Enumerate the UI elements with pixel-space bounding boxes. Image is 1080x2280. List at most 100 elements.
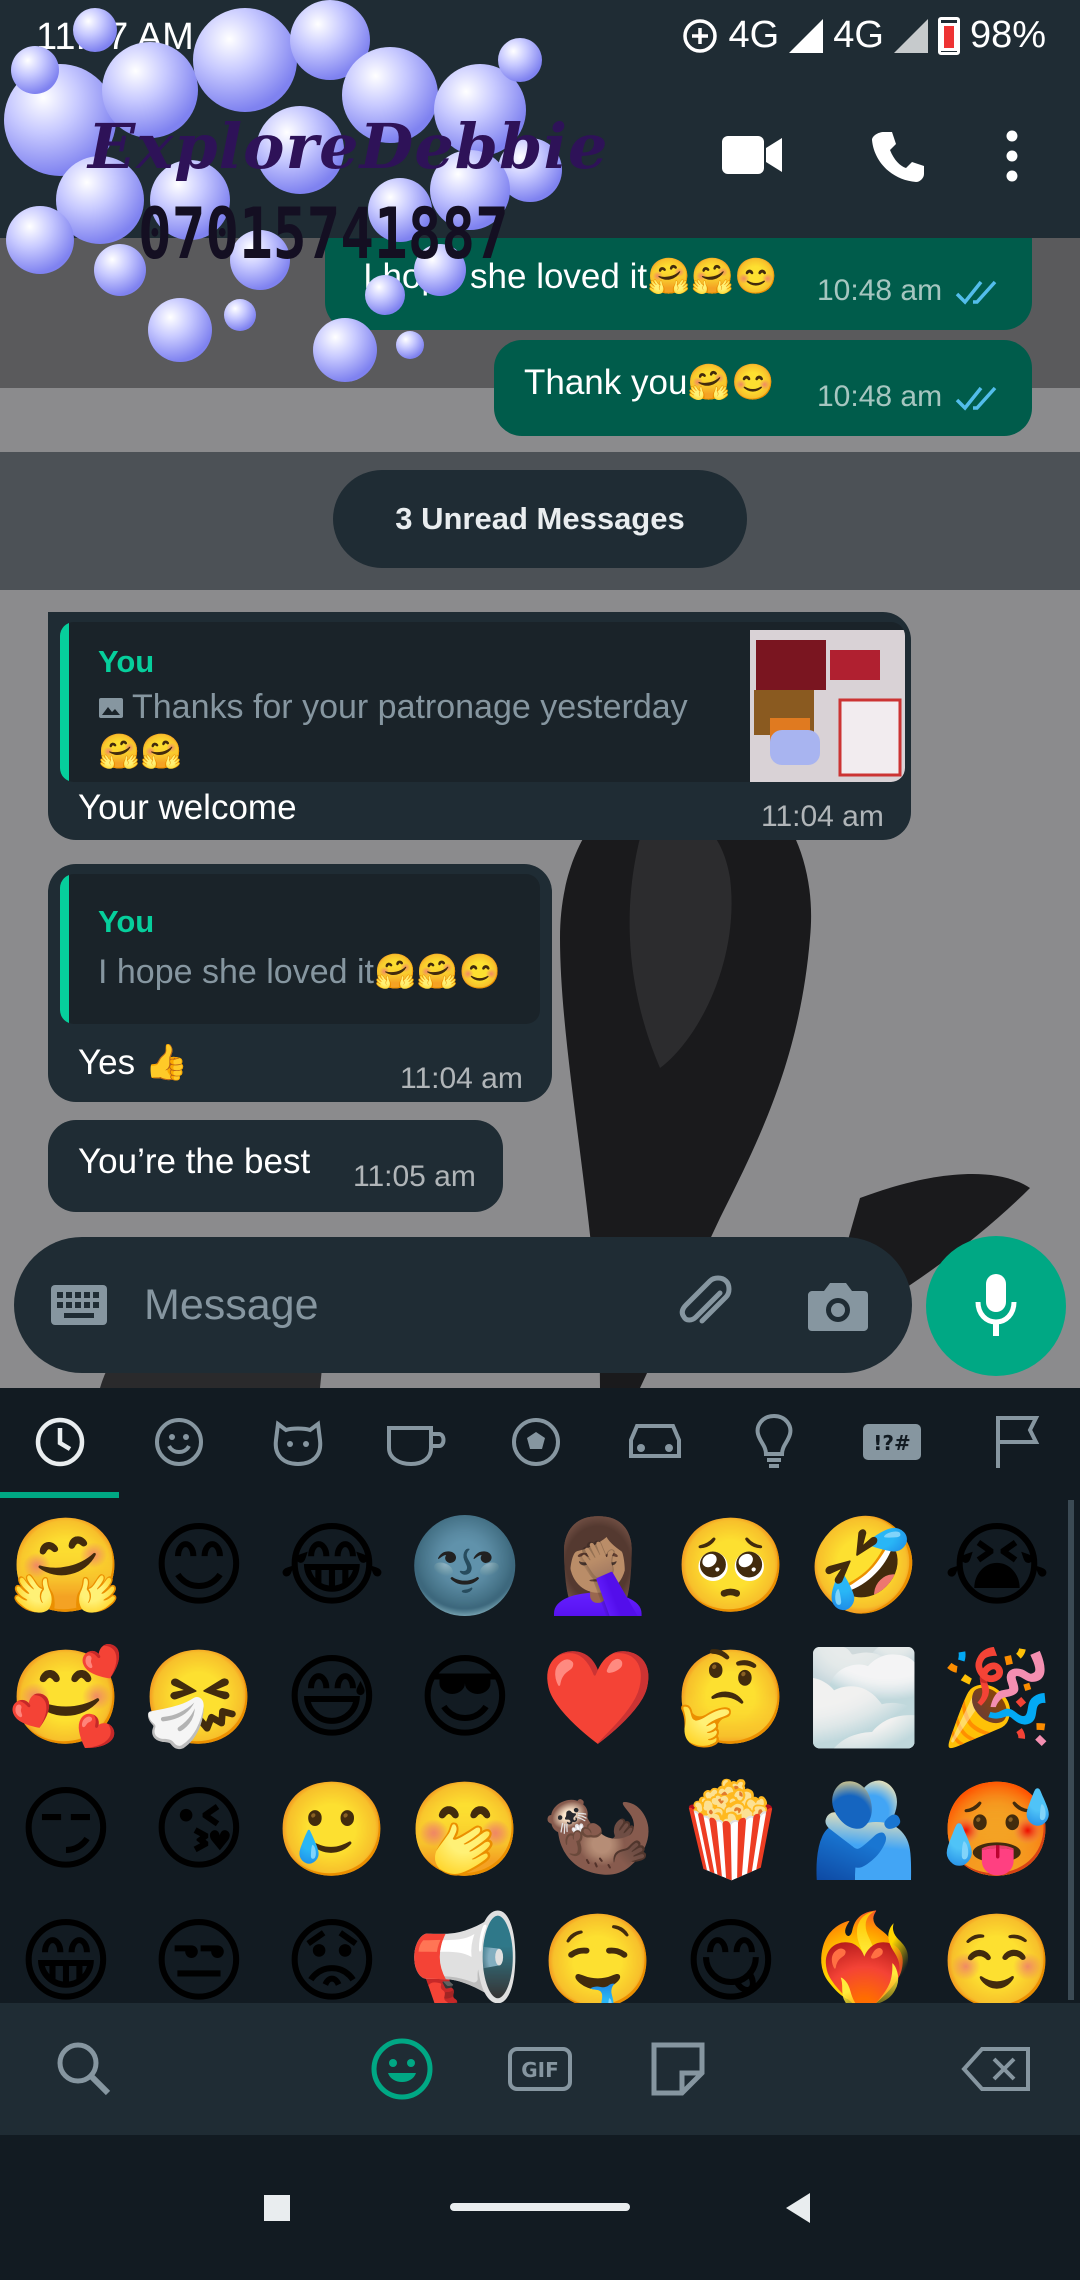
whatsapp-chat-screen: I hope she loved it🤗🤗😊 10:48 am Thank yo…: [0, 0, 1080, 2280]
attach-icon[interactable]: [676, 1275, 738, 1337]
tab-objects[interactable]: [714, 1388, 833, 1500]
backspace-icon[interactable]: [960, 2033, 1036, 2105]
battery-icon: [937, 16, 960, 55]
sticker-icon[interactable]: [642, 2033, 714, 2105]
quote-text-emoji: 🤗🤗: [98, 733, 183, 771]
emoji-key[interactable]: ❤️: [538, 1638, 658, 1758]
emoji-key[interactable]: 😅: [272, 1638, 392, 1758]
emoji-key[interactable]: 🦦: [538, 1770, 658, 1890]
quote-sender: You: [98, 644, 155, 679]
phone-icon: [872, 132, 924, 182]
emoji-keyboard: !?# 🤗 😊 😂 🌚 🤦🏽‍♀️ 🥺 🤣 😭 🥰 🤧 😅 😎 ❤️ 🤔 🌫️ 🎉 😏 😘 🥲 🤭 🦦 🍿 🫂 🥵 😁 😒 😟 📢 🤤 😋…: [0, 1388, 1080, 2003]
tab-travel[interactable]: [595, 1388, 714, 1500]
tab-animals[interactable]: [238, 1388, 357, 1500]
message-input[interactable]: Message: [144, 1281, 318, 1330]
emoji-key[interactable]: 🤣: [804, 1506, 924, 1626]
read-ticks-icon: [955, 386, 997, 411]
svg-text:GIF: GIF: [521, 2058, 559, 2082]
flags-icon: [996, 1416, 1040, 1468]
svg-text:!?#: !?#: [873, 1431, 910, 1455]
tab-activities[interactable]: [476, 1388, 595, 1500]
emoji-key[interactable]: 🌚: [405, 1506, 525, 1626]
incoming-message[interactable]: You Thanks for your patronage yesterday …: [48, 612, 911, 840]
tab-recent[interactable]: [0, 1388, 119, 1500]
emoji-key[interactable]: 😋: [671, 1902, 791, 2003]
emoji-key[interactable]: 🍿: [671, 1770, 791, 1890]
search-icon[interactable]: [48, 2033, 120, 2105]
message-composer[interactable]: Message: [14, 1237, 912, 1373]
home-button[interactable]: [450, 2203, 630, 2211]
back-button[interactable]: [784, 2191, 812, 2225]
emoji-key[interactable]: 😂: [272, 1506, 392, 1626]
emoji-key[interactable]: 🎉: [937, 1638, 1057, 1758]
emoji-bottom-bar: GIF: [0, 2003, 1080, 2135]
symbols-icon: !?#: [863, 1424, 921, 1460]
explore-debbie-logo: ExploreDebbie 07015741887: [0, 0, 608, 390]
incoming-message[interactable]: You’re the best 11:05 am: [48, 1120, 503, 1212]
emoji-key[interactable]: 🥺: [671, 1506, 791, 1626]
video-call-icon: [722, 136, 782, 174]
quoted-message[interactable]: You I hope she loved it🤗🤗😊: [60, 874, 540, 1024]
message-text: Yes 👍: [78, 1043, 189, 1082]
emoji-key[interactable]: 🤔: [671, 1638, 791, 1758]
emoji-key[interactable]: 🤤: [538, 1902, 658, 2003]
tab-flags[interactable]: [952, 1388, 1071, 1500]
status-icons: 4G 4G 98%: [681, 14, 1046, 57]
tab-smileys[interactable]: [119, 1388, 238, 1500]
emoji-key[interactable]: 🥵: [937, 1770, 1057, 1890]
emoji-key[interactable]: 😘: [139, 1770, 259, 1890]
emoji-key[interactable]: 🤧: [139, 1638, 259, 1758]
quote-accent-bar: [60, 622, 69, 782]
message-time: 11:04 am: [400, 1062, 523, 1095]
emoji-key[interactable]: 😭: [937, 1506, 1057, 1626]
quoted-message[interactable]: You Thanks for your patronage yesterday …: [60, 622, 905, 782]
objects-icon: [755, 1413, 793, 1468]
emoji-key[interactable]: 🤦🏽‍♀️: [538, 1506, 658, 1626]
voice-call-button[interactable]: [830, 120, 980, 190]
more-vertical-icon: [1006, 130, 1018, 182]
emoji-key[interactable]: 😏: [6, 1770, 126, 1890]
quote-text: I hope she loved it🤗🤗😊: [98, 953, 501, 991]
animal-icon: [273, 1420, 323, 1467]
travel-icon: [629, 1424, 681, 1458]
emoji-key[interactable]: 😊: [139, 1506, 259, 1626]
tab-food[interactable]: [357, 1388, 476, 1500]
emoji-scrollbar[interactable]: [1068, 1500, 1074, 2000]
emoji-tab-icon[interactable]: [366, 2033, 438, 2105]
recent-icon: [35, 1417, 85, 1467]
emoji-key[interactable]: 🥲: [272, 1770, 392, 1890]
logo-title: ExploreDebbie: [88, 110, 609, 183]
emoji-key[interactable]: ❤️‍🔥: [804, 1902, 924, 2003]
video-call-button[interactable]: [680, 120, 830, 190]
emoji-key[interactable]: 🤭: [405, 1770, 525, 1890]
tab-symbols[interactable]: !?#: [833, 1388, 952, 1500]
quote-text: Thanks for your patronage yesterday: [132, 688, 688, 726]
emoji-key[interactable]: 😁: [6, 1902, 126, 2003]
emoji-key[interactable]: 🥰: [6, 1638, 126, 1758]
emoji-key[interactable]: 📢: [405, 1902, 525, 2003]
gif-icon[interactable]: GIF: [504, 2033, 576, 2105]
voice-record-button[interactable]: [926, 1236, 1066, 1376]
emoji-key[interactable]: 🤗: [6, 1506, 126, 1626]
quote-thumbnail: [750, 630, 905, 782]
battery-level: 98%: [969, 14, 1046, 56]
message-time: 10:48 am: [817, 274, 943, 307]
outgoing-message[interactable]: Thank you🤗😊 10:48 am: [494, 340, 1032, 436]
emoji-key[interactable]: 😎: [405, 1638, 525, 1758]
incoming-message[interactable]: You I hope she loved it🤗🤗😊 Yes 👍 11:04 a…: [48, 864, 552, 1102]
emoji-key[interactable]: 😟: [272, 1902, 392, 2003]
emoji-key[interactable]: 🫂: [804, 1770, 924, 1890]
unread-messages-badge: 3 Unread Messages: [333, 470, 747, 568]
system-navigation-bar: [0, 2135, 1080, 2280]
network-label: 4G: [833, 14, 884, 56]
message-time: 11:05 am: [353, 1160, 476, 1193]
chat-area[interactable]: I hope she loved it🤗🤗😊 10:48 am Thank yo…: [0, 238, 1080, 1388]
keyboard-icon[interactable]: [50, 1283, 108, 1327]
emoji-key[interactable]: 😒: [139, 1902, 259, 2003]
emoji-key[interactable]: ☺️: [937, 1902, 1057, 2003]
recents-button[interactable]: [264, 2195, 290, 2221]
emoji-key[interactable]: 🌫️: [804, 1638, 924, 1758]
signal-icon: [789, 18, 824, 53]
more-options-button[interactable]: [980, 120, 1080, 190]
camera-icon[interactable]: [806, 1277, 870, 1333]
